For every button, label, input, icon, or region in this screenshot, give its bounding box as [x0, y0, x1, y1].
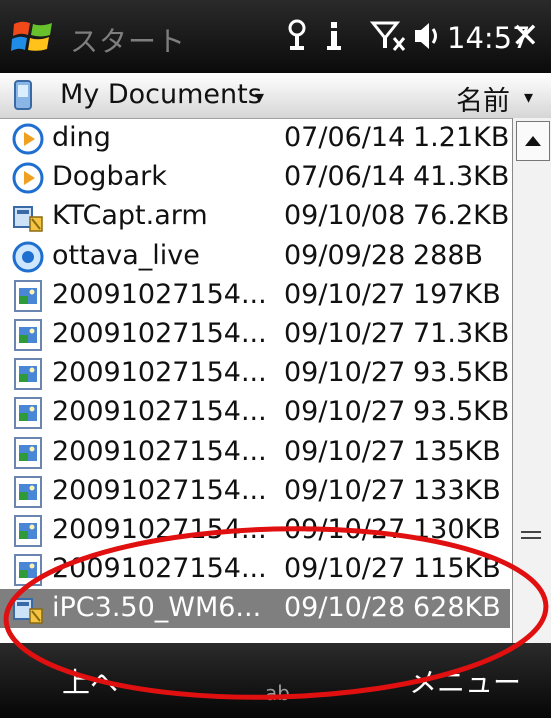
start-menu-label[interactable]: スタート: [70, 20, 186, 60]
file-row[interactable]: 20091027154... 09/10/27 135KB: [0, 433, 510, 472]
file-row[interactable]: iPC3.50_WM6... 09/10/28 628KB: [0, 589, 510, 629]
scroll-up-button[interactable]: [516, 121, 550, 161]
file-row[interactable]: KTCapt.arm 09/10/08 76.2KB: [0, 197, 510, 236]
file-date: 07/06/14: [284, 122, 406, 153]
file-size: 130KB: [413, 514, 501, 545]
file-name: Dogbark: [52, 161, 167, 193]
file-name: 20091027154...: [52, 318, 267, 349]
image-file-icon: [12, 319, 44, 351]
file-list: ding 07/06/14 1.21KB Dogbark 07/06/14 41.3KB K…: [0, 118, 510, 643]
file-size: 93.5KB: [413, 357, 510, 389]
file-date: 07/06/14: [284, 161, 406, 193]
media-icon: [12, 162, 44, 194]
file-date: 09/10/27: [284, 357, 406, 389]
file-date: 09/10/27: [284, 318, 406, 349]
image-file-icon: [12, 475, 44, 508]
file-name: 20091027154...: [52, 553, 267, 585]
close-button[interactable]: ✕: [511, 18, 540, 54]
file-row[interactable]: 20091027154... 09/10/27 93.5KB: [0, 393, 510, 432]
signal-off-icon: [370, 21, 406, 51]
title-bar: スタート 14:57 ✕: [0, 0, 551, 73]
file-size: 115KB: [413, 553, 501, 585]
file-size: 71.3KB: [413, 318, 510, 349]
soft-key-menu[interactable]: メニュー: [409, 661, 521, 701]
windows-logo-icon[interactable]: [10, 14, 58, 58]
file-date: 09/10/27: [284, 514, 406, 545]
file-size: 41.3KB: [413, 161, 510, 193]
input-panel-button[interactable]: ab: [265, 681, 290, 705]
arrow-up-icon: [525, 136, 541, 146]
file-size: 76.2KB: [413, 200, 510, 232]
image-file-icon: [12, 279, 44, 312]
file-size: 197KB: [413, 278, 501, 310]
file-date: 09/10/27: [284, 435, 406, 467]
antenna-icon: [288, 19, 306, 50]
file-name: ding: [52, 122, 111, 153]
file-date: 09/10/28: [284, 592, 406, 624]
sort-dropdown[interactable]: 名前: [456, 79, 510, 118]
scrollbar[interactable]: [512, 118, 551, 643]
file-date: 09/10/27: [284, 278, 406, 310]
file-row[interactable]: 20091027154... 09/10/27 133KB: [0, 472, 510, 511]
scroll-thumb-grip-icon[interactable]: [521, 530, 541, 540]
file-name: 20091027154...: [52, 514, 267, 545]
antenna-bars-icon: [327, 22, 341, 50]
file-row[interactable]: 20091027154... 09/10/27 93.5KB: [0, 354, 510, 393]
file-name: iPC3.50_WM6...: [52, 592, 262, 624]
file-name: 20091027154...: [52, 396, 267, 428]
file-date: 09/10/27: [284, 396, 406, 428]
file-date: 09/10/27: [284, 474, 406, 506]
device-icon: [14, 80, 32, 110]
soft-key-bar: 上へ ab メニュー: [0, 643, 551, 718]
file-row[interactable]: Dogbark 07/06/14 41.3KB: [0, 158, 510, 197]
image-file-icon: [12, 554, 44, 587]
file-row[interactable]: 20091027154... 09/10/27 197KB: [0, 276, 510, 315]
image-file-icon: [12, 436, 44, 469]
media-icon: [12, 123, 44, 155]
file-name: 20091027154...: [52, 357, 267, 389]
file-row[interactable]: ottava_live 09/09/28 288B: [0, 237, 510, 276]
file-name: ottava_live: [52, 239, 200, 271]
file-size: 1.21KB: [413, 122, 510, 153]
file-row[interactable]: ding 07/06/14 1.21KB: [0, 119, 510, 158]
image-file-icon: [12, 358, 44, 391]
file-date: 09/09/28: [284, 239, 406, 271]
installer-icon: [12, 593, 44, 625]
file-size: 288B: [413, 239, 484, 271]
file-size: 135KB: [413, 435, 501, 467]
installer-icon: [12, 201, 44, 233]
image-file-icon: [12, 515, 44, 547]
file-row[interactable]: 20091027154... 09/10/27 71.3KB: [0, 315, 510, 354]
file-size: 133KB: [413, 474, 501, 506]
file-row[interactable]: 20091027154... 09/10/27 130KB: [0, 511, 510, 550]
file-name: 20091027154...: [52, 435, 267, 467]
folder-dropdown[interactable]: My Documents: [60, 79, 262, 110]
image-file-icon: [12, 397, 44, 430]
stream-icon: [12, 241, 44, 273]
file-name: 20091027154...: [52, 278, 267, 310]
speaker-icon: [415, 23, 437, 49]
chevron-down-icon[interactable]: ▾: [524, 87, 533, 108]
file-size: 93.5KB: [413, 396, 510, 428]
file-name: 20091027154...: [52, 474, 267, 506]
file-date: 09/10/27: [284, 553, 406, 585]
soft-key-up[interactable]: 上へ: [62, 661, 118, 701]
file-date: 09/10/08: [284, 200, 406, 232]
file-name: KTCapt.arm: [52, 200, 208, 232]
file-row[interactable]: 20091027154... 09/10/27 115KB: [0, 550, 510, 589]
folder-header: My Documents ▾ 名前 ▾: [0, 73, 551, 119]
file-size: 628KB: [413, 592, 501, 624]
chevron-down-icon[interactable]: ▾: [255, 87, 264, 108]
